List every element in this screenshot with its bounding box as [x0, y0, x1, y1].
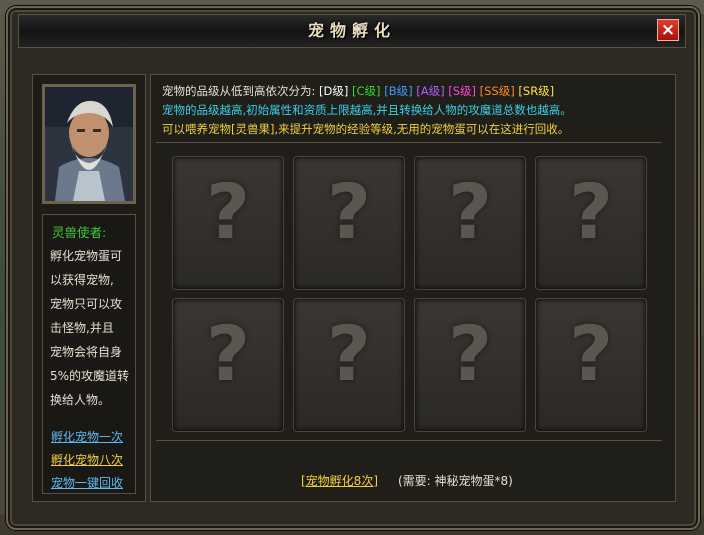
divider	[156, 440, 662, 441]
npc-description-line: 宠物只可以攻	[50, 297, 123, 311]
question-mark-icon: ?	[205, 167, 251, 256]
egg-slot[interactable]: ?	[535, 298, 647, 432]
question-mark-icon: ?	[568, 167, 614, 256]
egg-slot[interactable]: ?	[293, 298, 405, 432]
title-bar: 宠物孵化 ×	[18, 14, 686, 48]
divider	[156, 142, 662, 143]
grade-label-ss: [SS级]	[479, 84, 515, 98]
hatch-once-link[interactable]: 孵化宠物一次	[51, 428, 123, 445]
egg-slot[interactable]: ?	[414, 298, 526, 432]
question-mark-icon: ?	[205, 309, 251, 398]
question-mark-icon: ?	[447, 167, 493, 256]
egg-slot[interactable]: ?	[172, 156, 284, 290]
grade-label-c: [C级]	[352, 84, 381, 98]
recycle-all-link[interactable]: 宠物一键回收	[51, 474, 123, 491]
close-button[interactable]: ×	[657, 19, 679, 41]
egg-slot[interactable]: ?	[414, 156, 526, 290]
feeding-recycle-text: 可以喂养宠物[灵兽果],来提升宠物的经验等级,无用的宠物蛋可以在这进行回收。	[162, 122, 570, 136]
grade-label-sr: [SR级]	[518, 84, 555, 98]
egg-slot[interactable]: ?	[172, 298, 284, 432]
npc-description-line: 孵化宠物蛋可	[50, 249, 123, 263]
npc-description-line: 宠物会将自身	[50, 345, 123, 359]
egg-slot[interactable]: ?	[293, 156, 405, 290]
question-mark-icon: ?	[326, 167, 372, 256]
npc-description-line: 换给人物。	[50, 393, 111, 407]
grade-label-d: [D级]	[319, 84, 349, 98]
egg-slot[interactable]: ?	[535, 156, 647, 290]
grade-label-a: [A级]	[416, 84, 445, 98]
grade-label-s: [S级]	[448, 84, 477, 98]
grade-label-b: [B级]	[384, 84, 413, 98]
npc-description: 孵化宠物蛋可 以获得宠物, 宠物只可以攻 击怪物,并且 宠物会将自身 5%的攻魔…	[50, 244, 136, 412]
question-mark-icon: ?	[326, 309, 372, 398]
grade-info-line: 宠物的品级从低到高依次分为: [D级] [C级] [B级] [A级] [S级] …	[162, 83, 554, 99]
hatch-requirement: (需要: 神秘宠物蛋*8)	[398, 474, 513, 488]
grade-info-prefix: 宠物的品级从低到高依次分为:	[162, 84, 316, 98]
window-title: 宠物孵化	[307, 21, 396, 40]
npc-description-line: 击怪物,并且	[50, 321, 114, 335]
question-mark-icon: ?	[447, 309, 493, 398]
grade-benefit-text: 宠物的品级越高,初始属性和资质上限越高,并且转换给人物的攻魔道总数也越高。	[162, 103, 572, 117]
npc-portrait	[42, 84, 136, 204]
npc-description-line: 5%的攻魔道转	[50, 369, 130, 383]
hatch-eight-link[interactable]: 孵化宠物八次	[51, 451, 123, 468]
hatch-eight-button[interactable]: [宠物孵化8次]	[301, 472, 378, 489]
npc-description-line: 以获得宠物,	[50, 273, 114, 287]
npc-name: 灵兽使者:	[52, 225, 107, 240]
question-mark-icon: ?	[568, 309, 614, 398]
